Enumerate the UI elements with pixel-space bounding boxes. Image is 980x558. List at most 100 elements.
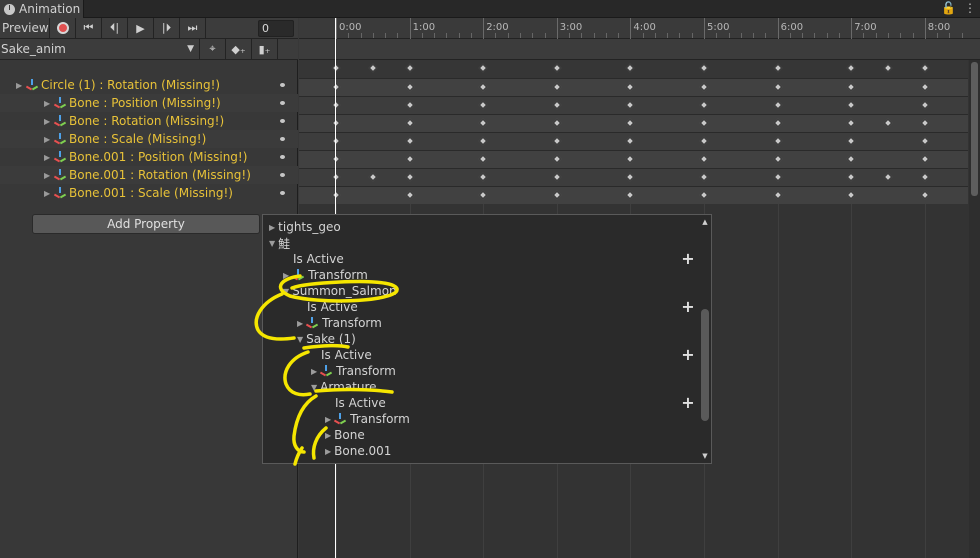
first-key-button[interactable]: ⏮: [76, 17, 102, 39]
property-options-icon[interactable]: [280, 83, 285, 87]
ruler-minor-tick: [470, 33, 472, 38]
expand-arrow-icon[interactable]: ▶: [44, 117, 54, 126]
property-row[interactable]: ▶ Bone : Position (Missing!): [0, 94, 298, 112]
popup-tree-node[interactable]: ▼ Sake (1): [297, 331, 356, 347]
dopesheet-scrollbar[interactable]: [969, 60, 980, 558]
transform-icon: [53, 97, 67, 109]
popup-item-is-active[interactable]: Is Active: [321, 347, 372, 363]
ruler-major-tick: [556, 18, 558, 39]
play-button[interactable]: ▶: [128, 17, 154, 39]
ruler-minor-tick: [385, 33, 387, 38]
popup-item-is-active[interactable]: Is Active: [293, 251, 344, 267]
property-label: Bone.001 : Scale (Missing!): [69, 186, 233, 200]
add-property-plus-button[interactable]: +: [681, 299, 695, 315]
prev-key-button[interactable]: ⏴|: [102, 17, 128, 39]
ruler-major-tick: [924, 18, 926, 39]
popup-item-transform[interactable]: ▶ Transform: [325, 411, 410, 427]
preview-button[interactable]: Preview: [0, 17, 50, 39]
popup-tree-node[interactable]: ▼ Summon_Salmon: [283, 283, 397, 299]
expand-arrow-icon[interactable]: ▶: [325, 431, 331, 440]
property-options-icon[interactable]: [280, 101, 285, 105]
scroll-up-icon[interactable]: ▲: [701, 218, 709, 226]
expand-arrow-icon[interactable]: ▶: [283, 271, 289, 280]
expand-arrow-icon[interactable]: ▶: [44, 171, 54, 180]
lock-icon[interactable]: 🔓: [941, 1, 956, 15]
scroll-down-icon[interactable]: ▼: [701, 452, 709, 460]
popup-item-label: Armature: [320, 380, 377, 394]
popup-item-transform[interactable]: ▶ Transform: [283, 267, 368, 283]
ruler-minor-tick: [544, 33, 546, 38]
ruler-major-tick: [704, 18, 705, 39]
ruler-minor-tick: [679, 33, 681, 38]
menu-dots-icon[interactable]: ⋮: [964, 1, 976, 15]
ruler-minor-tick: [593, 33, 595, 38]
property-list: ▶ Circle (1) : Rotation (Missing!) ▶ Bone :…: [0, 76, 298, 202]
property-row[interactable]: ▶ Bone : Scale (Missing!): [0, 130, 298, 148]
popup-item-transform[interactable]: ▶ Transform: [297, 315, 382, 331]
popup-tree-node[interactable]: ▶ Bone: [325, 427, 365, 443]
filter-button[interactable]: ⌖: [200, 38, 226, 60]
expanded-arrow-icon[interactable]: ▼: [311, 383, 317, 392]
expanded-arrow-icon[interactable]: ▼: [283, 287, 289, 296]
popup-item-label: Is Active: [293, 252, 344, 266]
expand-arrow-icon[interactable]: ▶: [311, 367, 317, 376]
frame-input[interactable]: 0: [258, 20, 294, 37]
property-row[interactable]: ▶ Bone.001 : Position (Missing!): [0, 148, 298, 166]
expanded-arrow-icon[interactable]: ▼: [297, 335, 303, 344]
expand-arrow-icon[interactable]: ▶: [44, 99, 54, 108]
popup-item-is-active[interactable]: Is Active: [307, 299, 358, 315]
popup-tree-node[interactable]: ▼ 鮭: [269, 235, 290, 251]
property-options-icon[interactable]: [280, 137, 285, 141]
property-options-icon[interactable]: [280, 119, 285, 123]
time-ruler[interactable]: 0:00 1:00 2:00 3:00 4:00 5:00 6:00 7:00 8:00: [299, 18, 980, 39]
property-options-icon[interactable]: [280, 191, 285, 195]
property-row[interactable]: ▶ Circle (1) : Rotation (Missing!): [0, 76, 298, 94]
filter-icon: ⌖: [209, 42, 216, 55]
popup-tree-node[interactable]: ▶ Bone.001: [325, 443, 391, 459]
summary-row[interactable]: [299, 60, 968, 78]
ruler-minor-tick: [691, 33, 693, 38]
add-event-button[interactable]: ▮₊: [252, 38, 278, 60]
expand-arrow-icon[interactable]: ▶: [44, 135, 54, 144]
expand-arrow-icon[interactable]: ▶: [44, 153, 54, 162]
expanded-arrow-icon[interactable]: ▼: [269, 239, 275, 248]
property-row[interactable]: ▶ Bone.001 : Rotation (Missing!): [0, 166, 298, 184]
record-button[interactable]: [50, 17, 76, 39]
expand-arrow-icon[interactable]: ▶: [16, 81, 26, 90]
animation-tab[interactable]: Animation: [0, 0, 84, 18]
popup-scrollbar[interactable]: ▲ ▼: [699, 215, 711, 463]
property-options-icon[interactable]: [280, 155, 285, 159]
ruler-minor-tick: [814, 33, 816, 38]
ruler-major-tick: [483, 18, 485, 39]
next-key-button[interactable]: |⏵: [154, 17, 180, 39]
ruler-minor-tick: [348, 33, 350, 38]
popup-item-transform[interactable]: ▶ Transform: [311, 363, 396, 379]
property-row[interactable]: ▶ Bone.001 : Scale (Missing!): [0, 184, 298, 202]
popup-item-label: Summon_Salmon: [292, 284, 397, 298]
add-property-button[interactable]: Add Property: [32, 214, 260, 234]
property-options-icon[interactable]: [280, 173, 285, 177]
popup-tree-node[interactable]: ▼ Armature: [311, 379, 377, 395]
add-property-plus-button[interactable]: +: [681, 395, 695, 411]
transform-icon: [53, 187, 67, 199]
add-keyframe-button[interactable]: ◆₊: [226, 38, 252, 60]
tab-title: Animation: [19, 2, 81, 16]
popup-item-is-active[interactable]: Is Active: [335, 395, 386, 411]
expand-arrow-icon[interactable]: ▶: [325, 415, 331, 424]
popup-tree-node[interactable]: ▶ tights_geo: [269, 219, 341, 235]
ruler-minor-tick: [654, 33, 656, 38]
clip-dropdown[interactable]: Sake_anim ▼: [0, 38, 200, 60]
expand-arrow-icon[interactable]: ▶: [297, 319, 303, 328]
ruler-label: 4:00: [633, 22, 656, 33]
add-property-plus-button[interactable]: +: [681, 251, 695, 267]
ruler-label: 3:00: [559, 22, 583, 33]
expand-arrow-icon[interactable]: ▶: [325, 447, 331, 456]
last-key-button[interactable]: ⏭: [180, 17, 206, 39]
expand-arrow-icon[interactable]: ▶: [44, 189, 54, 198]
event-row[interactable]: [299, 39, 980, 60]
popup-scroll-thumb[interactable]: [701, 309, 709, 421]
add-property-plus-button[interactable]: +: [681, 347, 695, 363]
scrollbar-thumb[interactable]: [971, 62, 978, 196]
property-row[interactable]: ▶ Bone : Rotation (Missing!): [0, 112, 298, 130]
expand-arrow-icon[interactable]: ▶: [269, 223, 275, 232]
